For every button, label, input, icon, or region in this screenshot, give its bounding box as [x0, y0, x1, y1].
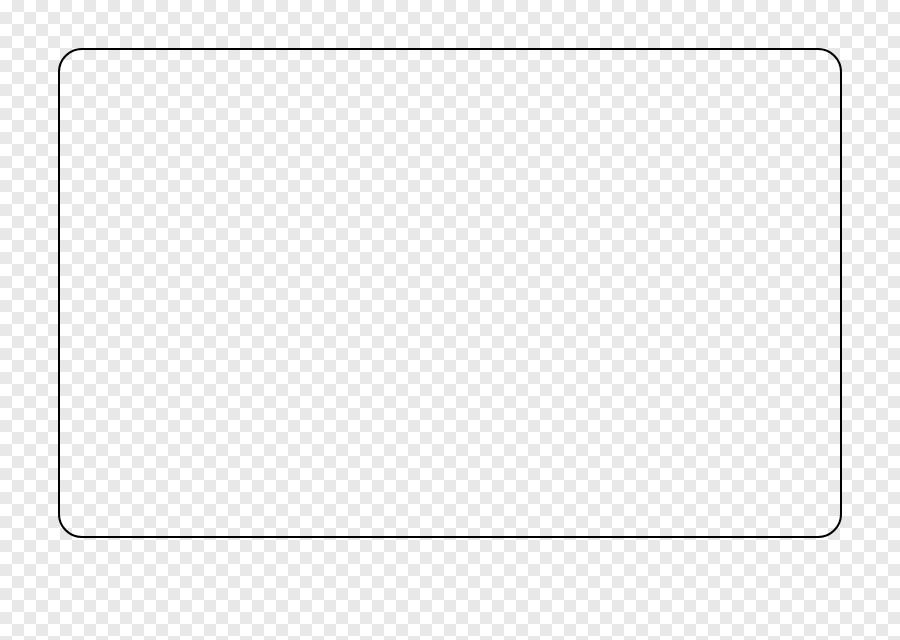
rounded-rectangle-frame [58, 48, 842, 538]
